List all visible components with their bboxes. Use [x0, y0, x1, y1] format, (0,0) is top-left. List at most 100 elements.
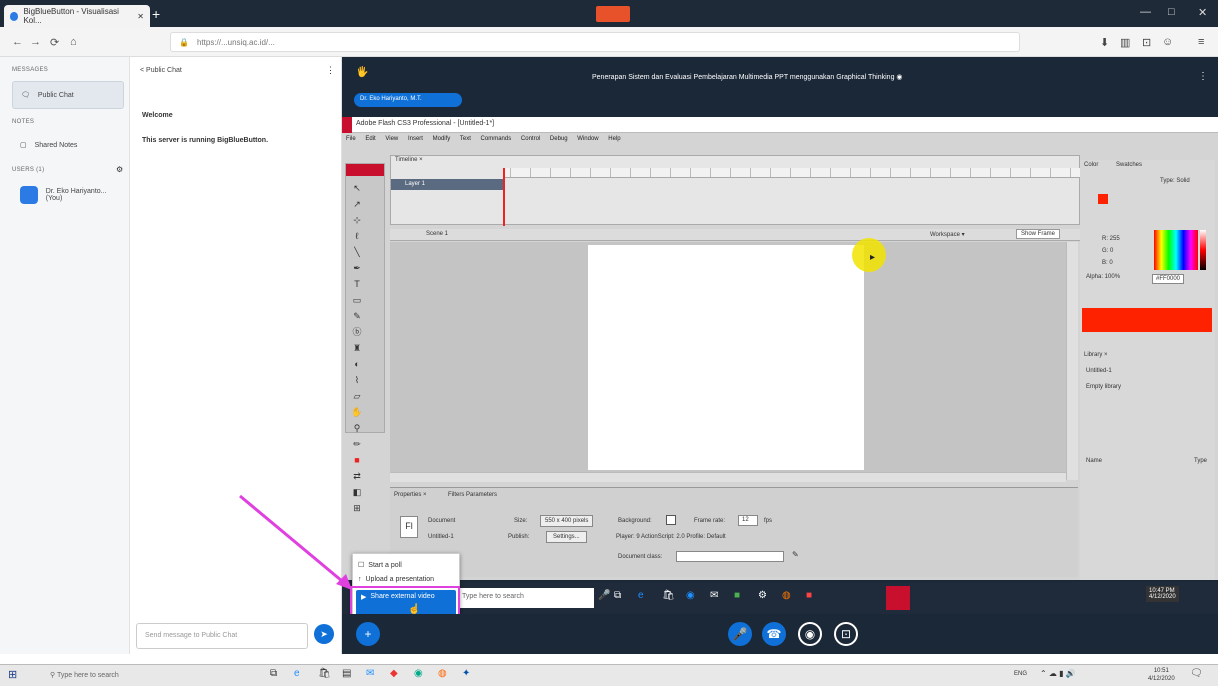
zoom-select[interactable]: Show Frame — [1016, 229, 1061, 239]
pencil-tool-icon[interactable]: ✎ — [348, 308, 366, 322]
pinned-app-icon[interactable]: ✦ — [462, 668, 470, 679]
zoom-tool-icon[interactable]: ⚲ — [348, 420, 366, 434]
menu-item-start-poll[interactable]: ☐ Start a poll — [353, 558, 459, 572]
close-window-button[interactable]: ✕ — [1198, 6, 1207, 19]
menu-edit[interactable]: Edit — [365, 136, 375, 142]
browser-tab[interactable]: BigBlueButton - Visualisasi Kol... ✕ — [4, 5, 150, 27]
forward-icon[interactable]: → — [30, 36, 41, 48]
app-icon[interactable]: ◆ — [390, 668, 398, 679]
chat-header[interactable]: < Public Chat — [140, 67, 182, 74]
library-icon[interactable]: ▥ — [1120, 36, 1130, 49]
send-message-button[interactable]: ➤ — [314, 624, 334, 644]
chat-options-icon[interactable]: ⋮ — [326, 65, 335, 76]
lasso-tool-icon[interactable]: ℓ — [348, 228, 366, 242]
background-color-swatch[interactable] — [666, 515, 676, 525]
language-indicator[interactable]: ENG — [1014, 671, 1027, 677]
minimize-button[interactable]: — — [1140, 6, 1151, 18]
brightness-slider[interactable] — [1200, 230, 1206, 270]
shared-notes-button[interactable]: ▢ Shared Notes — [12, 131, 124, 159]
notification-icon[interactable]: 🗨 — [1190, 668, 1203, 679]
menu-debug[interactable]: Debug — [550, 136, 568, 142]
chrome-icon[interactable]: ◉ — [414, 668, 423, 679]
webcam-button[interactable]: ◉ — [798, 622, 822, 646]
library-document-select[interactable]: Untitled-1 — [1086, 368, 1112, 374]
download-icon[interactable]: ⬇ — [1100, 36, 1109, 49]
properties-tab[interactable]: Properties × — [394, 492, 427, 498]
selection-tool-icon[interactable]: ↖ — [348, 180, 366, 194]
menu-file[interactable]: File — [346, 136, 356, 142]
screenshare-button[interactable]: ⊡ — [834, 622, 858, 646]
microphone-button[interactable]: 🎤 — [728, 622, 752, 646]
meeting-options-icon[interactable]: ⋮ — [1198, 71, 1208, 82]
vertical-scrollbar[interactable] — [1066, 242, 1078, 480]
menu-modify[interactable]: Modify — [433, 136, 451, 142]
size-button[interactable]: 550 x 400 pixels — [540, 515, 594, 527]
frame-rate-input[interactable]: 12 — [738, 515, 758, 526]
chat-input[interactable]: Send message to Public Chat — [136, 623, 308, 649]
edit-pencil-icon[interactable]: ✎ — [792, 550, 799, 559]
scene-label[interactable]: Scene 1 — [426, 231, 448, 237]
presenter-pill[interactable]: Dr. Eko Hariyanto, M.T. — [354, 93, 462, 107]
text-tool-icon[interactable]: T — [348, 276, 366, 290]
fill-color-icon[interactable]: ■ — [348, 452, 366, 466]
menu-text[interactable]: Text — [460, 136, 471, 142]
back-icon[interactable]: ← — [12, 36, 23, 48]
account-icon[interactable]: ☺ — [1162, 36, 1173, 48]
home-icon[interactable]: ⌂ — [70, 36, 77, 48]
edge-icon[interactable]: e — [294, 668, 300, 679]
color-spectrum[interactable] — [1154, 230, 1198, 270]
color-tab[interactable]: Color — [1084, 162, 1098, 168]
timeline-tab[interactable]: Timeline × — [395, 157, 423, 163]
document-class-input[interactable] — [676, 551, 784, 562]
paint-bucket-tool-icon[interactable]: ◐ — [348, 356, 366, 370]
subselection-tool-icon[interactable]: ↗ — [348, 196, 366, 210]
type-column-header[interactable]: Type — [1194, 458, 1207, 464]
brush-tool-icon[interactable]: ⓑ — [348, 324, 366, 338]
taskbar-search[interactable]: ⚲ Type here to search — [46, 667, 246, 683]
layer-row[interactable]: Layer 1 — [391, 179, 503, 190]
store-icon[interactable]: 🛍 — [318, 668, 331, 679]
stroke-color-icon[interactable]: ✏ — [348, 436, 366, 450]
user-list-item[interactable]: Dr. Eko Hariyanto... (You) — [12, 181, 124, 209]
red-value[interactable]: R: 255 — [1102, 236, 1120, 242]
eraser-tool-icon[interactable]: ▱ — [348, 388, 366, 402]
rectangle-tool-icon[interactable]: ▭ — [348, 292, 366, 306]
horizontal-scrollbar[interactable] — [390, 472, 1066, 482]
actions-plus-button[interactable]: + — [356, 622, 380, 646]
new-tab-button[interactable]: + — [152, 7, 166, 22]
whiteboard-icon[interactable]: 🖐 — [356, 67, 368, 78]
system-tray-icons[interactable]: ⌃ ☁ ▮ 🔊 — [1040, 669, 1076, 678]
taskbar-clock[interactable]: 10:51 4/12/2020 — [1148, 667, 1175, 683]
task-view-icon[interactable]: ⧉ — [270, 668, 277, 679]
menu-view[interactable]: View — [385, 136, 398, 142]
fill-type-select[interactable]: Type: Solid — [1160, 178, 1190, 184]
url-field[interactable]: 🔒 https://...unsiq.ac.id/... — [170, 32, 1020, 52]
menu-item-upload-presentation[interactable]: ↑ Upload a presentation — [353, 572, 459, 586]
stage-canvas[interactable] — [588, 245, 864, 470]
extensions-icon[interactable]: ⊡ — [1142, 36, 1151, 49]
audio-phone-button[interactable]: ☎ — [762, 622, 786, 646]
green-value[interactable]: G: 0 — [1102, 248, 1113, 254]
playhead[interactable] — [503, 168, 505, 226]
menu-insert[interactable]: Insert — [408, 136, 423, 142]
close-tab-icon[interactable]: ✕ — [137, 12, 144, 21]
start-icon[interactable]: ⊞ — [8, 668, 17, 681]
file-explorer-icon[interactable]: ▤ — [342, 668, 351, 679]
hand-tool-icon[interactable]: ✋ — [348, 404, 366, 418]
settings-button[interactable]: Settings... — [546, 531, 587, 543]
swap-colors-icon[interactable]: ⇄ — [348, 468, 366, 482]
line-tool-icon[interactable]: ╲ — [348, 244, 366, 258]
public-chat-button[interactable]: 🗨 Public Chat — [12, 81, 124, 109]
menu-help[interactable]: Help — [608, 136, 620, 142]
maximize-button[interactable]: □ — [1168, 6, 1175, 18]
pen-tool-icon[interactable]: ✒ — [348, 260, 366, 274]
ink-bottle-tool-icon[interactable]: ♜ — [348, 340, 366, 354]
eyedropper-tool-icon[interactable]: ⌇ — [348, 372, 366, 386]
alpha-value[interactable]: Alpha: 100% — [1086, 274, 1120, 280]
menu-icon[interactable]: ≡ — [1198, 36, 1204, 48]
users-settings-icon[interactable]: ⚙ — [116, 165, 123, 174]
filters-parameters-tabs[interactable]: Filters Parameters — [448, 492, 497, 498]
workspace-menu[interactable]: Workspace ▾ — [930, 231, 965, 238]
blue-value[interactable]: B: 0 — [1102, 260, 1113, 266]
reload-icon[interactable]: ⟳ — [50, 36, 59, 49]
